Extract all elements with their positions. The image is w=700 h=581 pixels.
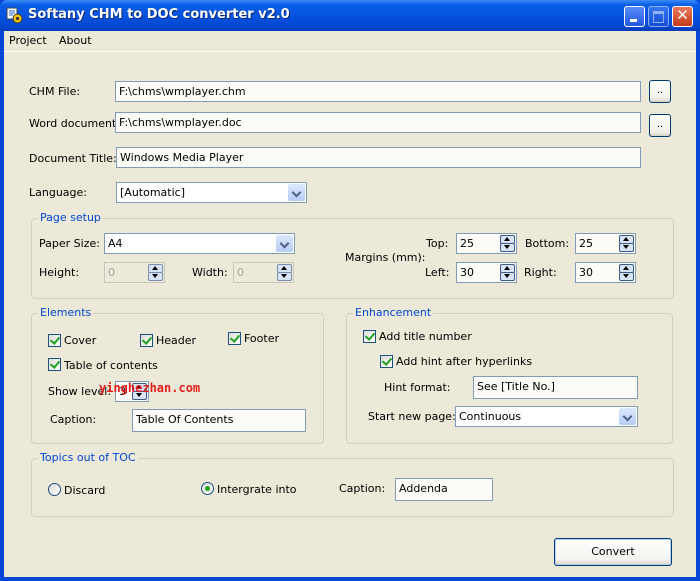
maximize-button[interactable] [648,6,669,27]
left-margin-spinner[interactable]: 30 [456,262,517,283]
start-new-page-value: Continuous [459,410,522,423]
window-title: Softany CHM to DOC converter v2.0 [28,7,290,22]
toc-label: Table of contents [64,359,158,372]
hint-format-input[interactable]: See [Title No.] [473,376,638,399]
integrate-radio[interactable] [201,482,214,495]
client-area: Project About CHM File: F:\chms\wmplayer… [4,31,696,577]
chevron-down-icon[interactable] [619,408,636,425]
page-setup-title: Page setup [38,211,103,224]
cover-checkbox[interactable] [48,334,61,347]
topics-caption-input[interactable]: Addenda [395,478,493,501]
title-bar: Softany CHM to DOC converter v2.0 ✕ [0,0,700,31]
header-label: Header [156,334,197,347]
enhancement-title: Enhancement [353,306,434,319]
bottom-margin-value: 25 [579,237,593,250]
add-hint-label: Add hint after hyperlinks [396,355,533,368]
margins-label: Margins (mm): [345,251,426,264]
paper-size-value: A4 [108,237,123,250]
browse-doc-button[interactable]: .. [649,114,671,137]
bottom-margin-label: Bottom: [525,237,570,250]
header-checkbox[interactable] [140,334,153,347]
menu-bar: Project About [4,31,696,52]
add-title-number-label: Add title number [379,330,472,343]
word-document-input[interactable]: F:\chms\wmplayer.doc [115,112,641,133]
height-label: Height: [39,266,80,279]
word-document-label: Word document: [29,117,120,130]
minimize-button[interactable] [624,6,645,27]
toc-caption-input[interactable]: Table Of Contents [132,409,306,432]
discard-label: Discard [64,484,106,497]
convert-button[interactable]: Convert [554,538,672,566]
language-label: Language: [29,186,87,199]
right-margin-spinner[interactable]: 30 [575,262,636,283]
footer-label: Footer [244,332,279,345]
spinner-arrows-icon[interactable] [500,235,515,252]
top-margin-label: Top: [426,237,449,250]
top-margin-spinner[interactable]: 25 [456,233,517,254]
paper-size-select[interactable]: A4 [104,233,295,254]
close-icon: ✕ [676,6,689,24]
document-title-label: Document Title: [29,152,117,165]
chevron-down-icon[interactable] [288,184,305,201]
language-value: [Automatic] [120,186,185,199]
footer-checkbox[interactable] [228,332,241,345]
discard-radio[interactable] [48,483,61,496]
close-button[interactable]: ✕ [672,6,693,27]
hint-format-label: Hint format: [384,381,451,394]
spinner-arrows-icon[interactable] [619,264,634,281]
document-title-input[interactable]: Windows Media Player [116,147,641,168]
language-select[interactable]: [Automatic] [116,182,307,203]
start-new-page-label: Start new page: [368,410,456,423]
topics-caption-label: Caption: [339,482,386,495]
chm-file-input[interactable]: F:\chms\wmplayer.chm [115,81,641,102]
topics-title: Topics out of TOC [38,451,138,464]
top-margin-value: 25 [460,237,474,250]
height-spinner: 0 [104,262,165,283]
add-title-number-checkbox[interactable] [363,330,376,343]
chm-file-label: CHM File: [29,85,81,98]
start-new-page-select[interactable]: Continuous [455,406,638,427]
toc-caption-label: Caption: [50,413,97,426]
bottom-margin-spinner[interactable]: 25 [575,233,636,254]
app-window: Softany CHM to DOC converter v2.0 ✕ Proj… [0,0,700,581]
width-label: Width: [192,266,228,279]
left-margin-label: Left: [425,266,450,279]
right-margin-value: 30 [579,266,593,279]
menu-project[interactable]: Project [9,34,47,47]
right-margin-label: Right: [524,266,557,279]
browse-chm-button[interactable]: .. [649,80,671,103]
add-hint-checkbox[interactable] [380,355,393,368]
width-value: 0 [237,266,244,279]
spinner-arrows-icon [277,264,292,281]
cover-label: Cover [64,334,97,347]
app-gear-icon [6,7,23,24]
paper-size-label: Paper Size: [39,237,100,250]
spinner-arrows-icon [148,264,163,281]
spinner-arrows-icon[interactable] [500,264,515,281]
chevron-down-icon[interactable] [276,235,293,252]
elements-title: Elements [38,306,94,319]
left-margin-value: 30 [460,266,474,279]
menu-about[interactable]: About [59,34,92,47]
spinner-arrows-icon[interactable] [619,235,634,252]
toc-checkbox[interactable] [48,358,61,371]
watermark-text: yinghezhan.com [99,381,201,395]
height-value: 0 [108,266,115,279]
integrate-label: Intergrate into [217,483,297,496]
width-spinner: 0 [233,262,294,283]
